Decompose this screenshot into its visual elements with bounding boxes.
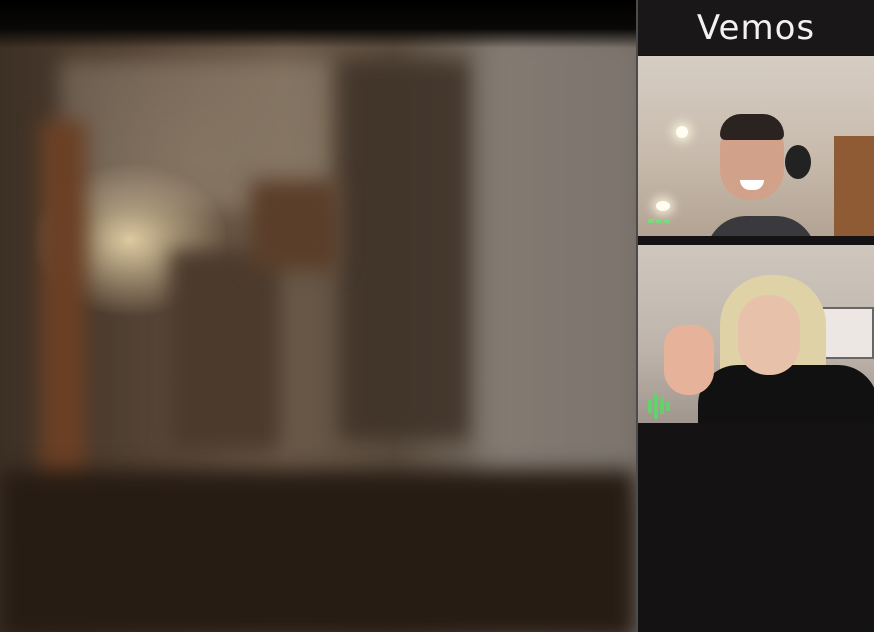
participant-face xyxy=(738,295,800,375)
ceiling-light xyxy=(676,126,688,138)
blur-region xyxy=(480,40,636,500)
main-video-stage[interactable] xyxy=(0,0,636,632)
ceiling-light xyxy=(656,201,670,211)
brand-logo: Vemos xyxy=(638,0,874,55)
blur-region xyxy=(0,470,636,632)
audio-bar xyxy=(660,398,664,414)
blur-region xyxy=(340,60,470,440)
participant-hair xyxy=(720,114,784,140)
participant-tile-1[interactable] xyxy=(638,56,874,236)
stage-top-shadow xyxy=(0,0,636,48)
audio-level-icon xyxy=(648,219,670,223)
door xyxy=(834,136,874,236)
audio-bar xyxy=(648,399,652,413)
audio-bar xyxy=(664,219,670,223)
waving-hand xyxy=(664,325,714,395)
participants-sidebar: Vemos xyxy=(638,0,874,632)
audio-bar xyxy=(656,219,662,223)
participant-body xyxy=(706,216,816,236)
speaking-audio-icon xyxy=(648,393,670,419)
brand-name: Vemos xyxy=(696,7,816,48)
participant-body xyxy=(698,365,874,423)
blur-region xyxy=(250,180,340,270)
audio-bar xyxy=(666,401,670,411)
wall-clock xyxy=(785,145,811,179)
participant-tile-2[interactable] xyxy=(638,245,874,423)
audio-bar xyxy=(648,219,654,223)
tile-gap xyxy=(638,236,874,245)
blur-region xyxy=(170,250,280,450)
audio-bar xyxy=(654,393,658,419)
